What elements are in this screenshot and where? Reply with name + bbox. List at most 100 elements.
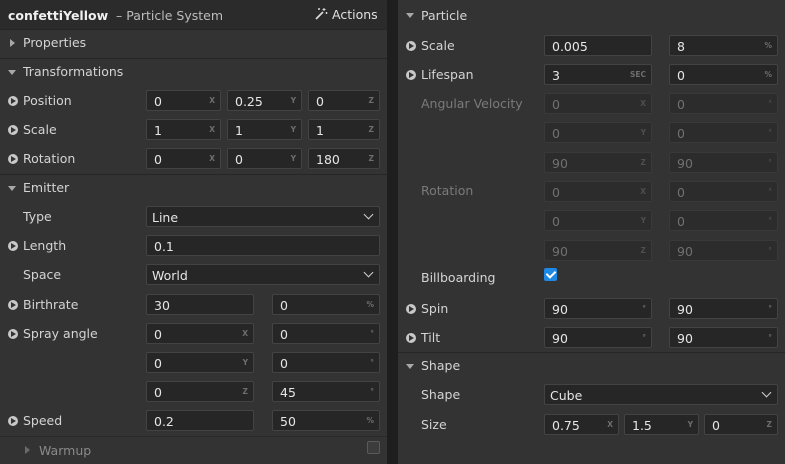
warmup-checkbox[interactable] (367, 441, 380, 454)
particle-rotation-y-variation-value: 0 (677, 214, 685, 229)
tilt-variation-field[interactable]: 90 ° (669, 327, 778, 348)
particle-rotation-y-field[interactable]: 0 Y (544, 210, 652, 231)
animate-icon[interactable] (8, 300, 18, 310)
angular-velocity-y-field[interactable]: 0 Y (544, 122, 652, 143)
birthrate-label: Birthrate (23, 297, 79, 312)
animate-icon[interactable] (406, 333, 416, 343)
warmup-section-header[interactable]: Warmup (0, 436, 387, 464)
angular-velocity-x-variation-field[interactable]: 0 ° (669, 93, 778, 114)
spray-angle-x-variation-value: 0 (280, 327, 288, 342)
spray-angle-x-value: 0 (154, 327, 162, 342)
particle-rotation-label: Rotation (421, 183, 474, 198)
z-unit-label: Z (766, 420, 772, 429)
particle-rotation-x-variation-field[interactable]: 0 ° (669, 181, 778, 202)
spray-angle-y-field[interactable]: 0 Y (146, 352, 254, 373)
particle-scale-value: 0.005 (552, 39, 588, 54)
animate-icon[interactable] (8, 241, 18, 251)
scale-z-field[interactable]: 1 Z (308, 119, 380, 140)
rotation-x-field[interactable]: 0 X (146, 148, 221, 169)
particle-rotation-y-variation-field[interactable]: 0 ° (669, 210, 778, 231)
position-y-field[interactable]: 0.25 Y (227, 90, 302, 111)
y-unit-label: Y (640, 128, 646, 137)
spray-angle-z-variation-field[interactable]: 45 ° (272, 381, 380, 402)
animate-icon[interactable] (406, 41, 416, 51)
shape-select[interactable]: Cube (544, 384, 778, 405)
position-label: Position (23, 93, 72, 108)
angular-velocity-z-variation-field[interactable]: 90 ° (669, 152, 778, 173)
animate-icon[interactable] (8, 416, 18, 426)
space-select[interactable]: World (146, 264, 380, 285)
x-unit-label: X (607, 420, 613, 429)
warmup-label: Warmup (39, 443, 92, 458)
x-unit-label: X (242, 329, 248, 338)
spray-angle-x-field[interactable]: 0 X (146, 323, 254, 344)
spin-field[interactable]: 90 ° (544, 298, 652, 319)
animate-icon[interactable] (8, 96, 18, 106)
rotation-y-field[interactable]: 0 Y (227, 148, 302, 169)
spin-value: 90 (552, 302, 568, 317)
animate-icon[interactable] (8, 329, 18, 339)
speed-variation-field[interactable]: 50 % (272, 410, 380, 431)
scale-y-field[interactable]: 1 Y (227, 119, 302, 140)
angular-velocity-y-variation-field[interactable]: 0 ° (669, 122, 778, 143)
birthrate-variation-field[interactable]: 0 % (272, 294, 380, 315)
percent-unit-label: % (366, 416, 374, 425)
transformations-title: Transformations (23, 64, 124, 79)
transformations-section-header[interactable]: Transformations (0, 58, 387, 87)
particle-rotation-x-variation-value: 0 (677, 185, 685, 200)
spray-angle-x-variation-field[interactable]: 0 ° (272, 323, 380, 344)
rotation-z-field[interactable]: 180 Z (308, 148, 380, 169)
angular-velocity-x-field[interactable]: 0 X (544, 93, 652, 114)
particle-rotation-x-field[interactable]: 0 X (544, 181, 652, 202)
y-unit-label: Y (290, 96, 296, 105)
spin-variation-field[interactable]: 90 ° (669, 298, 778, 319)
shape-section-header[interactable]: Shape (398, 352, 785, 381)
size-y-field[interactable]: 1.5 Y (624, 414, 699, 435)
particle-section-header[interactable]: Particle (398, 0, 785, 30)
birthrate-field[interactable]: 30 (146, 294, 254, 315)
lifespan-variation-field[interactable]: 0 % (669, 64, 778, 85)
scale-x-field[interactable]: 1 X (146, 119, 221, 140)
particle-scale-field[interactable]: 0.005 (544, 35, 652, 56)
space-label: Space (23, 267, 62, 282)
animate-icon[interactable] (406, 304, 416, 314)
particle-rotation-x-value: 0 (552, 185, 560, 200)
properties-title: Properties (23, 35, 87, 50)
animate-icon[interactable] (8, 154, 18, 164)
scale-label: Scale (23, 122, 57, 137)
length-field[interactable]: 0.1 (146, 235, 380, 256)
emitter-section-header[interactable]: Emitter (0, 174, 387, 203)
billboarding-checkbox[interactable] (544, 268, 557, 281)
scale-x-value: 1 (154, 123, 162, 138)
position-x-field[interactable]: 0 X (146, 90, 221, 111)
z-unit-label: Z (242, 387, 248, 396)
particle-rotation-z-variation-field[interactable]: 90 ° (669, 240, 778, 261)
rotation-x-value: 0 (154, 152, 162, 167)
particle-rotation-z-value: 90 (552, 244, 568, 259)
object-type: – Particle System (116, 8, 223, 23)
size-z-field[interactable]: 0 Z (704, 414, 778, 435)
speed-field[interactable]: 0.2 (146, 410, 254, 431)
position-y-value: 0.25 (235, 94, 263, 109)
angular-velocity-z-variation-value: 90 (677, 156, 693, 171)
collapse-arrow-icon (406, 364, 414, 369)
particle-scale-variation-field[interactable]: 8 % (669, 35, 778, 56)
angular-velocity-z-field[interactable]: 90 Z (544, 152, 652, 173)
position-z-field[interactable]: 0 Z (308, 90, 380, 111)
position-x-value: 0 (154, 94, 162, 109)
animate-icon[interactable] (406, 70, 416, 80)
size-label: Size (421, 417, 447, 432)
lifespan-field[interactable]: 3 SEC (544, 64, 652, 85)
z-unit-label: Z (368, 125, 374, 134)
angular-velocity-z-value: 90 (552, 156, 568, 171)
animate-icon[interactable] (8, 125, 18, 135)
actions-button[interactable]: Actions (314, 6, 380, 24)
properties-section-header[interactable]: Properties (0, 29, 387, 58)
size-x-field[interactable]: 0.75 X (544, 414, 619, 435)
spray-angle-z-field[interactable]: 0 Z (146, 381, 254, 402)
spray-angle-y-variation-field[interactable]: 0 ° (272, 352, 380, 373)
particle-rotation-z-field[interactable]: 90 Z (544, 240, 652, 261)
spray-angle-label: Spray angle (23, 326, 98, 341)
type-select[interactable]: Line (146, 206, 380, 227)
tilt-field[interactable]: 90 ° (544, 327, 652, 348)
